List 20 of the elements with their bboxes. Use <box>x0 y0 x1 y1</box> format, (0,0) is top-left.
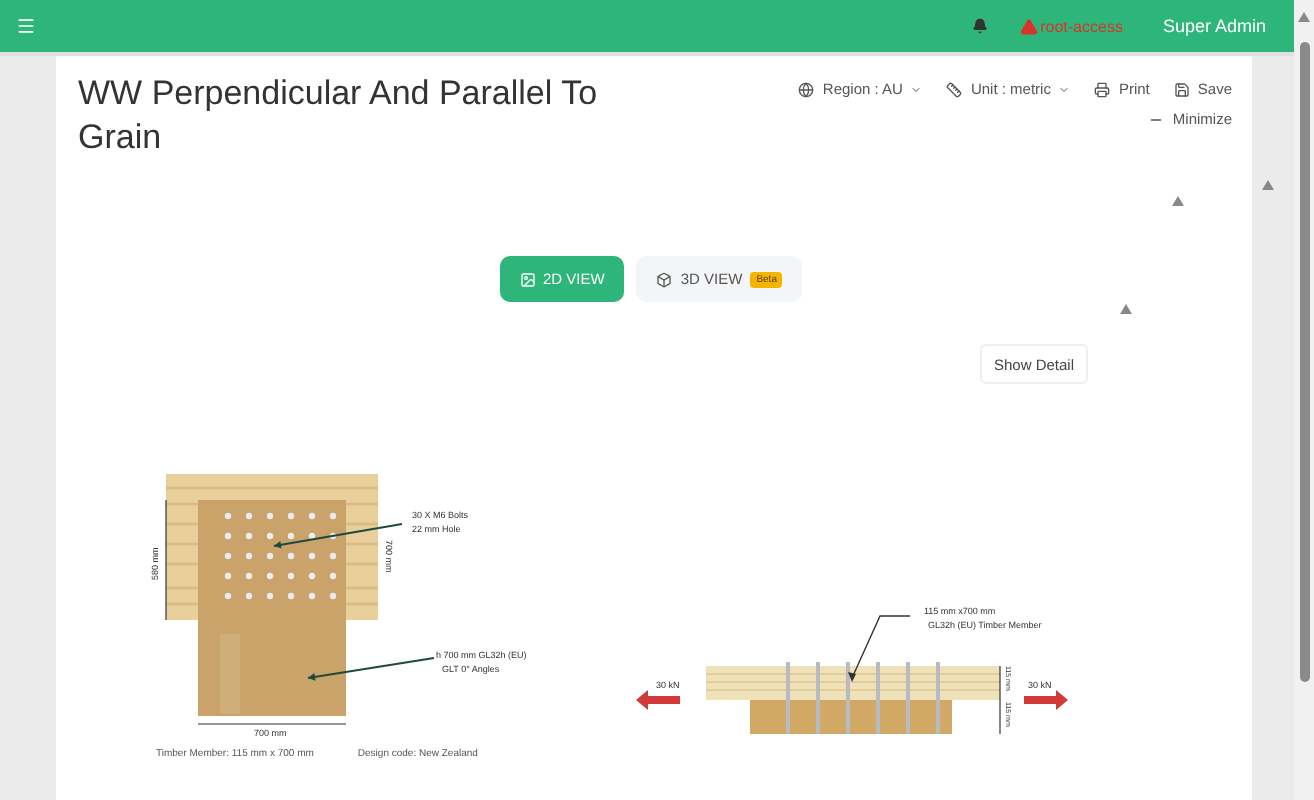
save-icon <box>1173 81 1190 97</box>
collapse-icon[interactable] <box>1172 196 1184 206</box>
printer-icon <box>1094 81 1111 97</box>
leader-arrow <box>848 615 911 682</box>
root-access-label: root-access <box>1040 17 1123 35</box>
ruler-icon <box>946 81 963 97</box>
globe-icon <box>798 81 815 97</box>
load-arrow <box>636 690 680 710</box>
cube-icon <box>656 271 673 287</box>
load-arrow <box>1024 690 1068 710</box>
image-icon <box>519 271 535 287</box>
dimension-line <box>165 499 167 621</box>
collapse-icon[interactable] <box>1262 180 1274 190</box>
dimension-line <box>999 665 1001 735</box>
menu-button[interactable] <box>16 16 36 36</box>
notification-button[interactable] <box>972 18 989 34</box>
collapse-icon[interactable] <box>1120 304 1132 314</box>
warning-icon <box>1020 17 1039 35</box>
page-title: WW Perpendicular And Parallel To Grain <box>78 72 600 160</box>
leader-arrow <box>307 657 435 681</box>
